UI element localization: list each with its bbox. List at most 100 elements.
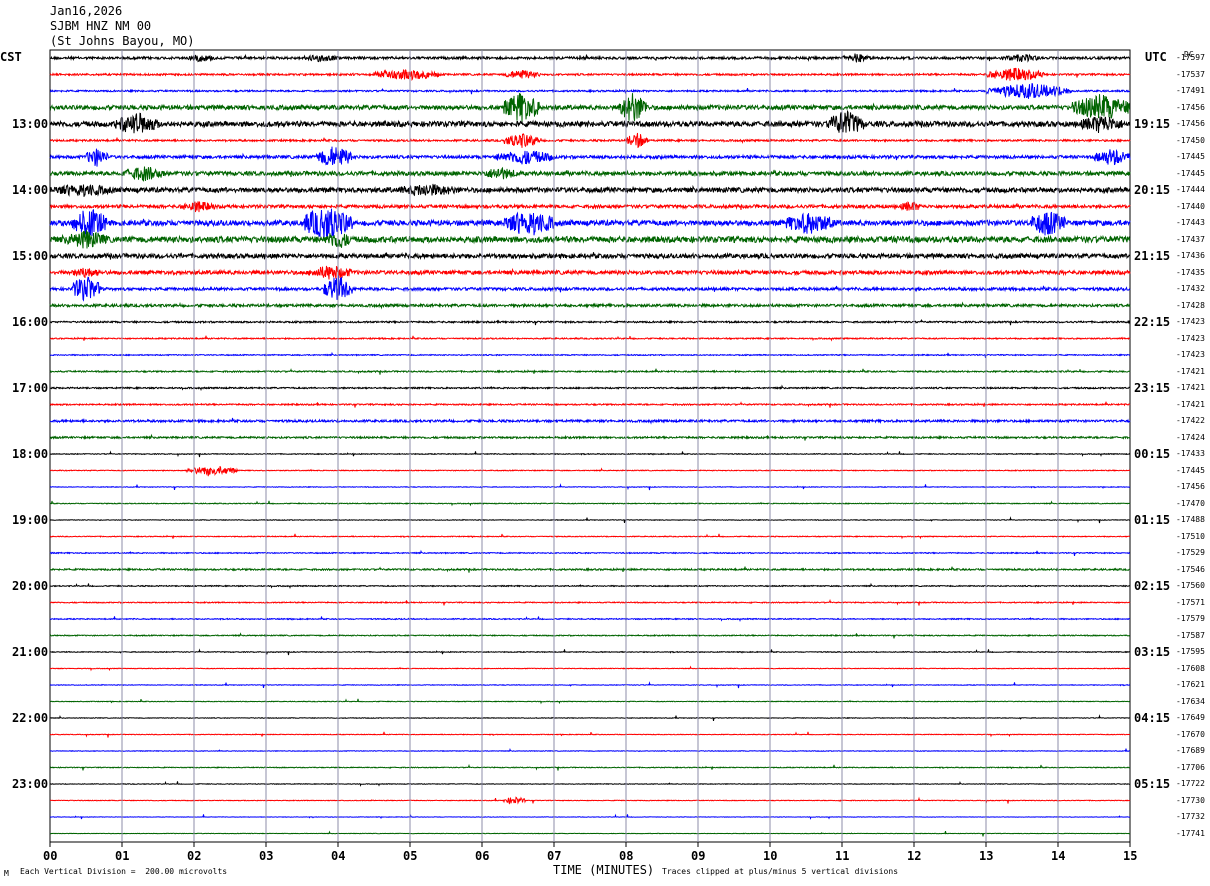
trace-line [49, 265, 1131, 280]
x-tick-label: 11 [835, 849, 850, 863]
trace-line [49, 731, 1130, 738]
trace-offset-label: -17579 [1176, 614, 1205, 623]
trace-line [49, 780, 1131, 787]
trace-offset-label: -17706 [1176, 762, 1205, 772]
right-hour-label: 21:15 [1134, 249, 1171, 263]
trace-line [49, 109, 1131, 134]
trace-offset-label: -17560 [1176, 581, 1205, 590]
trace-offset-label: -17741 [1176, 828, 1205, 838]
x-tick-label: 07 [547, 849, 562, 863]
plot-frame [49, 49, 1131, 843]
trace-line [50, 450, 1131, 458]
right-hour-label: 20:15 [1134, 183, 1171, 197]
x-tick-label: 10 [763, 849, 778, 863]
trace-line [49, 681, 1131, 689]
right-hour-label: 19:15 [1134, 117, 1171, 131]
left-hour-label: 13:00 [12, 117, 49, 131]
trace-line [49, 748, 1130, 753]
trace-offset-label: -17423 [1176, 333, 1205, 343]
trace-offset-label: -17597 [1176, 53, 1205, 62]
x-tick-label: 02 [187, 849, 202, 863]
right-hour-label: 01:15 [1134, 513, 1171, 527]
trace-offset-label: -17444 [1176, 185, 1205, 194]
trace-line [49, 351, 1131, 358]
left-hour-label: 20:00 [12, 579, 49, 593]
trace-offset-label: -17432 [1176, 284, 1205, 293]
trace-offset-label: -17689 [1176, 746, 1205, 755]
trace-offset-label: -17488 [1176, 515, 1205, 524]
left-hour-label: 21:00 [12, 645, 49, 659]
trace-offset-label: -17436 [1176, 251, 1205, 260]
trace-line [49, 763, 1131, 771]
x-tick-label: 03 [259, 849, 274, 863]
trace-offset-label: -17722 [1176, 779, 1205, 788]
trace-offset-label: -17428 [1176, 300, 1205, 310]
trace-line [49, 616, 1131, 623]
trace-offset-label: -17621 [1176, 680, 1205, 689]
trace-offset-label: -17510 [1176, 531, 1205, 541]
trace-line [49, 714, 1130, 721]
x-tick-label: 06 [475, 849, 490, 863]
trace-offset-label: -17587 [1176, 630, 1205, 640]
trace-offset-label: -17445 [1176, 152, 1205, 161]
right-hour-label: 00:15 [1134, 447, 1171, 461]
footer-mark: M [4, 869, 9, 878]
right-hour-label: 22:15 [1134, 315, 1171, 329]
trace-line [49, 53, 1131, 63]
trace-offset-label: -17456 [1176, 119, 1205, 128]
trace-offset-label: -17732 [1176, 812, 1205, 821]
trace-offset-label: -17423 [1176, 350, 1205, 359]
trace-line [49, 566, 1131, 573]
trace-line [49, 251, 1131, 261]
trace-line [49, 582, 1131, 590]
trace-offset-label: -17435 [1176, 267, 1205, 277]
trace-line [49, 433, 1131, 441]
trace-line [49, 201, 1131, 213]
right-hour-label: 04:15 [1134, 711, 1171, 725]
trace-line [49, 549, 1131, 556]
x-tick-label: 09 [691, 849, 706, 863]
trace-offset-label: -17422 [1176, 416, 1205, 425]
trace-line [49, 368, 1131, 375]
trace-line [50, 533, 1131, 540]
footer-scale-note: Each Vertical Division = 200.00 microvol… [20, 867, 228, 876]
x-tick-label: 13 [979, 849, 994, 863]
trace-line [49, 335, 1131, 342]
trace-line [49, 698, 1130, 705]
seismogram-plot [49, 49, 1131, 847]
trace-offset-label: -17730 [1176, 795, 1205, 805]
x-tick-label: 15 [1123, 849, 1138, 863]
trace-offset-label: -17421 [1176, 366, 1205, 376]
right-hour-label: 23:15 [1134, 381, 1171, 395]
left-hour-label: 15:00 [12, 249, 49, 263]
trace-line [49, 465, 1131, 477]
trace-line [49, 230, 1131, 249]
trace-offset-label: -17445 [1176, 465, 1205, 475]
left-hour-label: 19:00 [12, 513, 49, 527]
x-tick-label: 04 [331, 849, 346, 863]
right-hour-label: 05:15 [1134, 777, 1171, 791]
trace-offset-label: -17440 [1176, 201, 1205, 211]
trace-line [49, 318, 1131, 326]
trace-line [49, 93, 1130, 124]
trace-line [49, 830, 1131, 837]
trace-line [49, 275, 1131, 302]
trace-line [49, 67, 1131, 82]
right-hour-label: 03:15 [1134, 645, 1171, 659]
trace-line [50, 796, 1131, 805]
trace-offset-label: -17456 [1176, 102, 1205, 112]
trace-offset-label: -17433 [1176, 449, 1205, 458]
trace-offset-label: -17634 [1176, 696, 1205, 706]
x-tick-label: 05 [403, 849, 418, 863]
trace-line [49, 384, 1131, 392]
trace-offset-label: -17608 [1176, 663, 1205, 673]
x-axis-title: TIME (MINUTES) [553, 863, 655, 877]
trace-line [49, 648, 1131, 656]
trace-line [50, 665, 1131, 672]
x-tick-label: 08 [619, 849, 634, 863]
trace-offset-label: -17537 [1176, 69, 1205, 79]
trace-line [49, 483, 1131, 491]
trace-line [49, 632, 1131, 639]
trace-line [49, 401, 1131, 408]
trace-line [49, 301, 1131, 310]
